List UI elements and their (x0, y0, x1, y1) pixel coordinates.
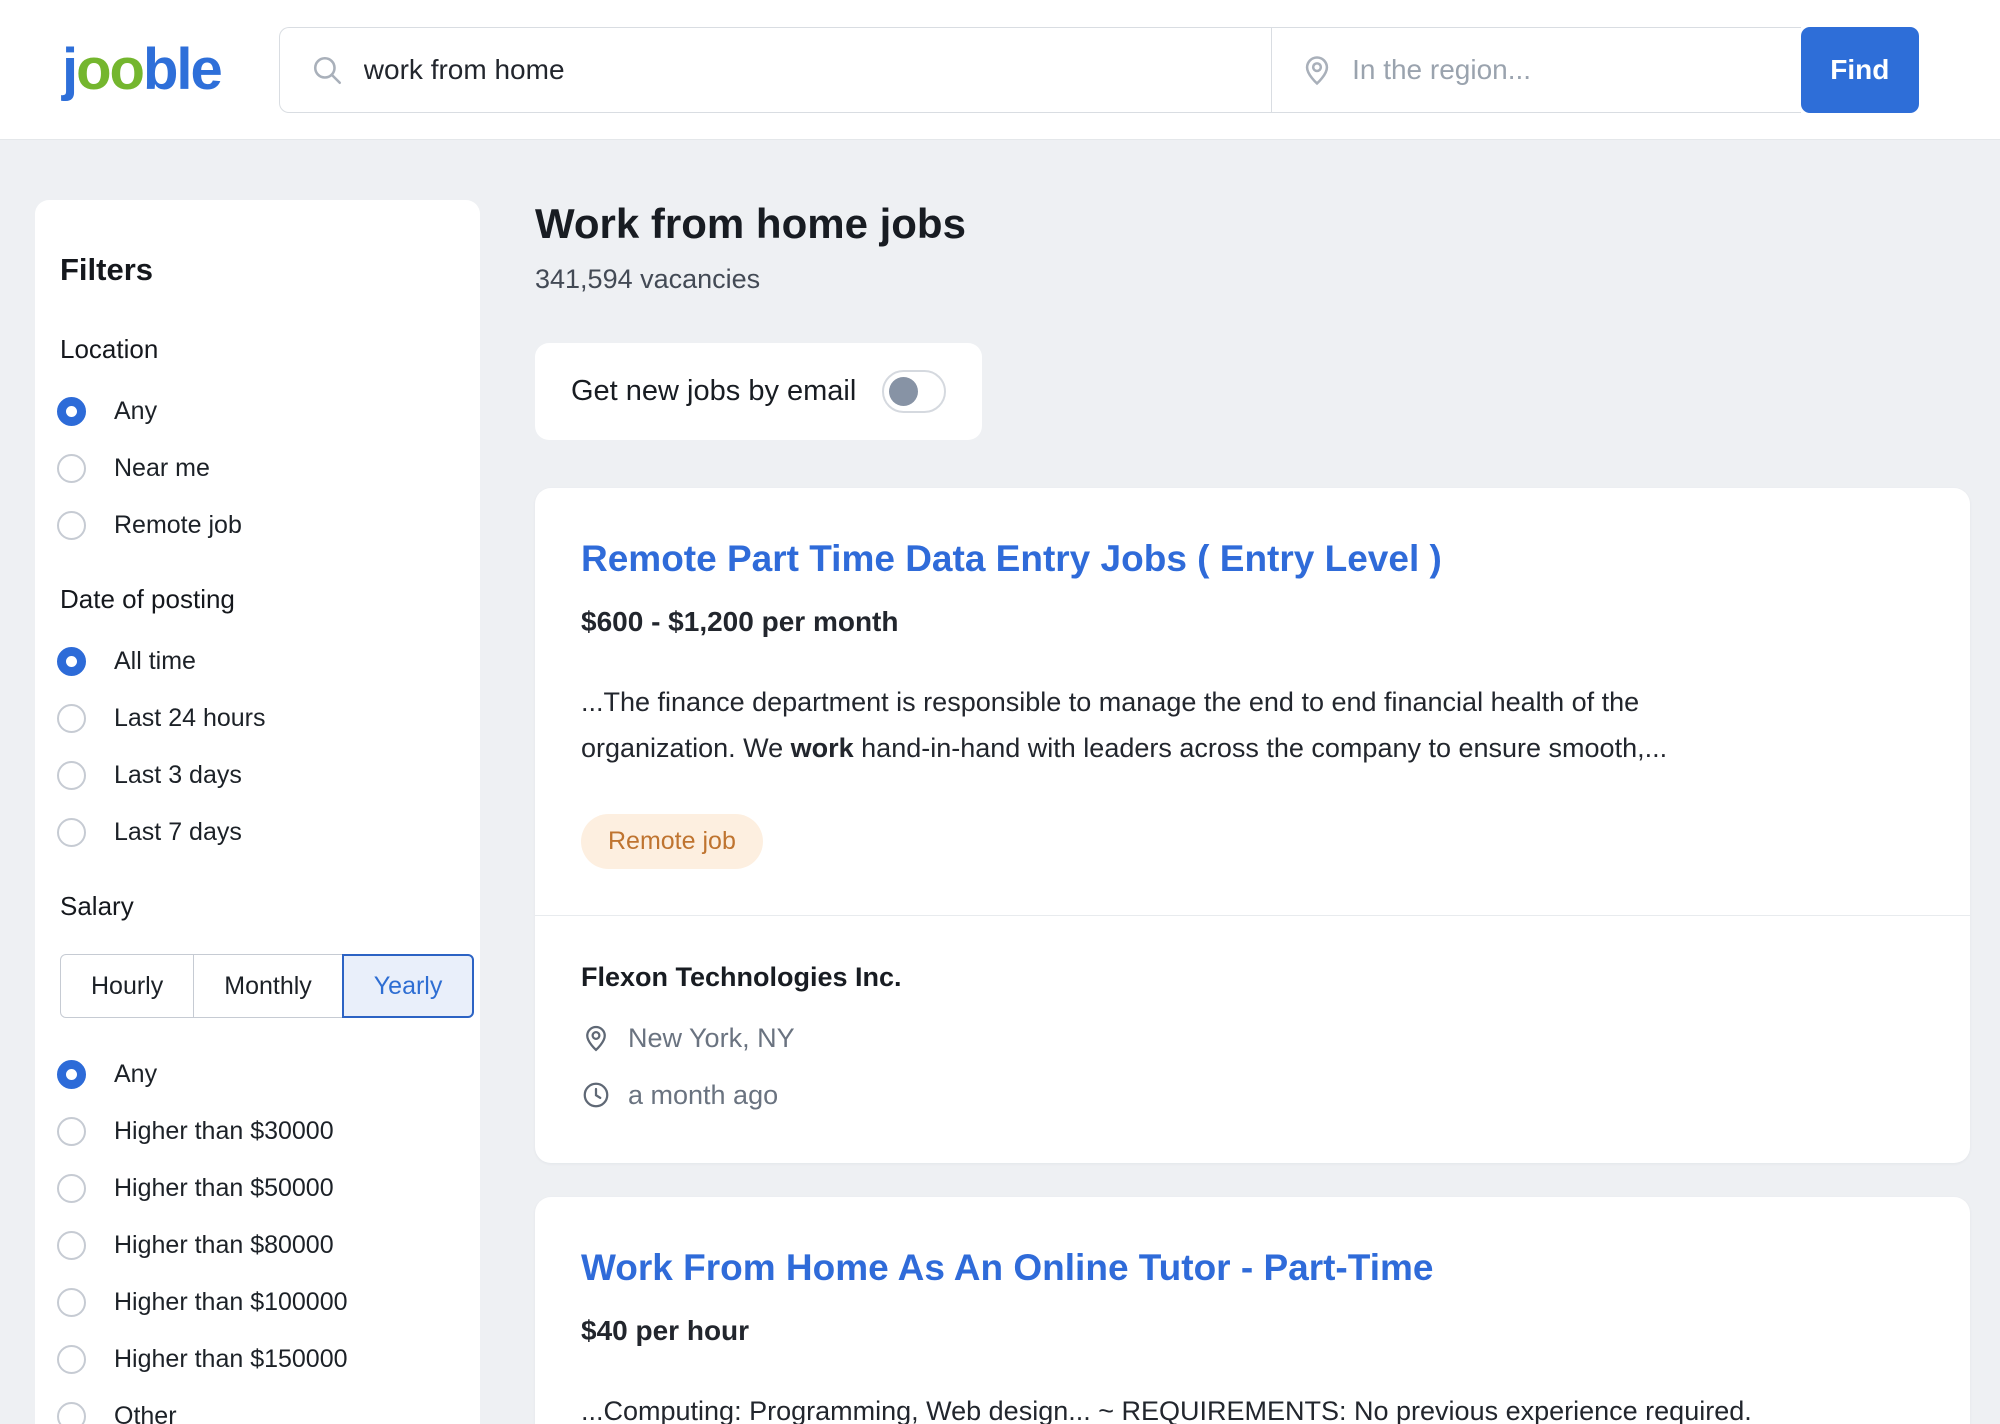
job-description-line1: ...Computing: Programming, Web design...… (581, 1389, 1924, 1424)
filters-title: Filters (60, 252, 450, 288)
page-body: Filters Location Any Near me Remote job … (0, 140, 2000, 1424)
find-button[interactable]: Find (1801, 27, 1919, 113)
job-posted-row: a month ago (581, 1080, 1924, 1111)
radio-label: Any (114, 397, 157, 426)
logo-part-ble: ble (143, 37, 221, 102)
radio-icon[interactable] (57, 818, 86, 847)
radio-icon[interactable] (57, 1402, 86, 1424)
radio-label: All time (114, 647, 196, 676)
salary-period-tabs: Hourly Monthly Yearly (60, 954, 450, 1018)
radio-salary-100000[interactable]: Higher than $100000 (57, 1288, 450, 1317)
job-salary: $40 per hour (581, 1315, 1924, 1347)
search-inputs-shell (279, 27, 1801, 113)
page-title: Work from home jobs (535, 200, 1970, 248)
remote-job-badge: Remote job (581, 814, 763, 869)
email-subscribe-toggle[interactable] (882, 370, 946, 413)
top-bar: jooble Find (0, 0, 2000, 140)
keyword-search-section (280, 28, 1272, 112)
radio-salary-other[interactable]: Other (57, 1402, 450, 1424)
radio-label: Higher than $50000 (114, 1174, 334, 1203)
job-salary: $600 - $1,200 per month (581, 606, 1924, 638)
radio-label: Last 3 days (114, 761, 242, 790)
email-subscribe-label: Get new jobs by email (571, 375, 856, 408)
clock-icon (581, 1080, 611, 1110)
job-description-line2: organization. We work hand-in-hand with … (581, 726, 1924, 772)
job-card: Remote Part Time Data Entry Jobs ( Entry… (535, 488, 1970, 1163)
radio-icon[interactable] (57, 761, 86, 790)
salary-heading: Salary (60, 891, 450, 922)
logo-part-oo: oo (76, 37, 143, 102)
radio-salary-50000[interactable]: Higher than $50000 (57, 1174, 450, 1203)
radio-icon[interactable] (57, 1288, 86, 1317)
toggle-knob (889, 377, 918, 406)
job-summary-section: Remote Part Time Data Entry Jobs ( Entry… (535, 488, 1970, 915)
radio-icon[interactable] (57, 1117, 86, 1146)
job-description-line1: ...The finance department is responsible… (581, 680, 1924, 726)
job-title-link[interactable]: Work From Home As An Online Tutor - Part… (581, 1247, 1433, 1289)
tab-monthly[interactable]: Monthly (193, 954, 343, 1018)
radio-selected-icon[interactable] (57, 397, 86, 426)
email-subscribe-card: Get new jobs by email (535, 343, 982, 440)
radio-label: Last 7 days (114, 818, 242, 847)
radio-salary-150000[interactable]: Higher than $150000 (57, 1345, 450, 1374)
job-description: ...Computing: Programming, Web design...… (581, 1389, 1924, 1424)
vacancies-count: 341,594 vacancies (535, 264, 1970, 295)
radio-label: Last 24 hours (114, 704, 266, 733)
radio-salary-30000[interactable]: Higher than $30000 (57, 1117, 450, 1146)
radio-date-last-24-hours[interactable]: Last 24 hours (57, 704, 450, 733)
jooble-logo[interactable]: jooble (62, 41, 221, 99)
radio-date-last-3-days[interactable]: Last 3 days (57, 761, 450, 790)
radio-label: Any (114, 1060, 157, 1089)
radio-selected-icon[interactable] (57, 1060, 86, 1089)
radio-location-near-me[interactable]: Near me (57, 454, 450, 483)
region-search-section (1272, 28, 1801, 112)
radio-date-last-7-days[interactable]: Last 7 days (57, 818, 450, 847)
radio-label: Higher than $30000 (114, 1117, 334, 1146)
filters-panel: Filters Location Any Near me Remote job … (35, 200, 480, 1424)
radio-icon[interactable] (57, 1231, 86, 1260)
date-of-posting-heading: Date of posting (60, 584, 450, 615)
radio-location-remote-job[interactable]: Remote job (57, 511, 450, 540)
job-location-row: New York, NY (581, 1023, 1924, 1054)
job-company-section: Flexon Technologies Inc. New York, NY (535, 916, 1970, 1163)
radio-label: Higher than $150000 (114, 1345, 348, 1374)
search-icon (310, 53, 344, 87)
radio-label: Remote job (114, 511, 242, 540)
results-column: Work from home jobs 341,594 vacancies Ge… (535, 200, 1970, 1424)
location-pin-icon (581, 1023, 611, 1053)
radio-icon[interactable] (57, 1345, 86, 1374)
job-summary-section: Work From Home As An Online Tutor - Part… (535, 1197, 1970, 1424)
radio-selected-icon[interactable] (57, 647, 86, 676)
job-title-link[interactable]: Remote Part Time Data Entry Jobs ( Entry… (581, 538, 1442, 580)
job-posted: a month ago (628, 1080, 778, 1111)
location-heading: Location (60, 334, 450, 365)
company-name: Flexon Technologies Inc. (581, 962, 1924, 993)
tab-hourly[interactable]: Hourly (60, 954, 194, 1018)
logo-part-j: j (62, 37, 76, 102)
job-card: Work From Home As An Online Tutor - Part… (535, 1197, 1970, 1424)
radio-location-any[interactable]: Any (57, 397, 450, 426)
job-location: New York, NY (628, 1023, 795, 1054)
search-bar: Find (279, 27, 1919, 113)
radio-icon[interactable] (57, 1174, 86, 1203)
radio-icon[interactable] (57, 511, 86, 540)
radio-label: Near me (114, 454, 210, 483)
search-input[interactable] (364, 54, 1241, 86)
location-pin-icon (1300, 53, 1334, 87)
tab-yearly[interactable]: Yearly (342, 954, 475, 1018)
radio-salary-80000[interactable]: Higher than $80000 (57, 1231, 450, 1260)
radio-icon[interactable] (57, 454, 86, 483)
radio-icon[interactable] (57, 704, 86, 733)
radio-label: Higher than $80000 (114, 1231, 334, 1260)
radio-label: Higher than $100000 (114, 1288, 348, 1317)
radio-date-all-time[interactable]: All time (57, 647, 450, 676)
radio-salary-any[interactable]: Any (57, 1060, 450, 1089)
region-input[interactable] (1352, 54, 1773, 86)
job-description: ...The finance department is responsible… (581, 680, 1924, 772)
radio-label: Other (114, 1402, 177, 1424)
